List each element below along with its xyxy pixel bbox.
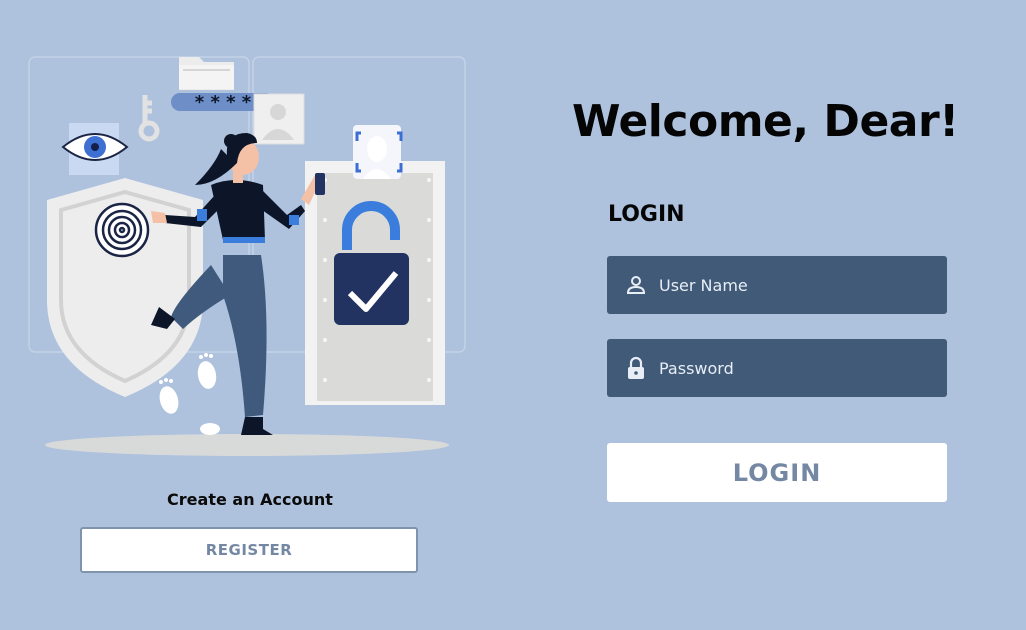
fingerprint-icon	[94, 202, 150, 258]
profile-photo-frame	[253, 93, 305, 145]
svg-text:* * * *: * * * *	[195, 92, 252, 113]
password-field[interactable]	[607, 339, 947, 397]
username-input[interactable]	[657, 274, 947, 296]
register-button[interactable]: REGISTER	[80, 527, 418, 573]
folder-icon	[179, 57, 234, 90]
password-input[interactable]	[657, 357, 947, 379]
face-scan-icon	[353, 125, 403, 179]
username-field[interactable]	[607, 256, 947, 314]
user-icon	[625, 273, 647, 297]
login-button[interactable]: LOGIN	[607, 443, 947, 502]
login-heading: LOGIN	[608, 202, 685, 227]
security-illustration: * * * *	[28, 56, 466, 456]
floor-shadow	[45, 434, 449, 456]
key-icon	[138, 95, 160, 142]
lock-icon	[625, 356, 647, 380]
welcome-title: Welcome, Dear!	[572, 96, 959, 147]
eye-icon	[61, 123, 129, 175]
create-account-label: Create an Account	[167, 490, 333, 509]
